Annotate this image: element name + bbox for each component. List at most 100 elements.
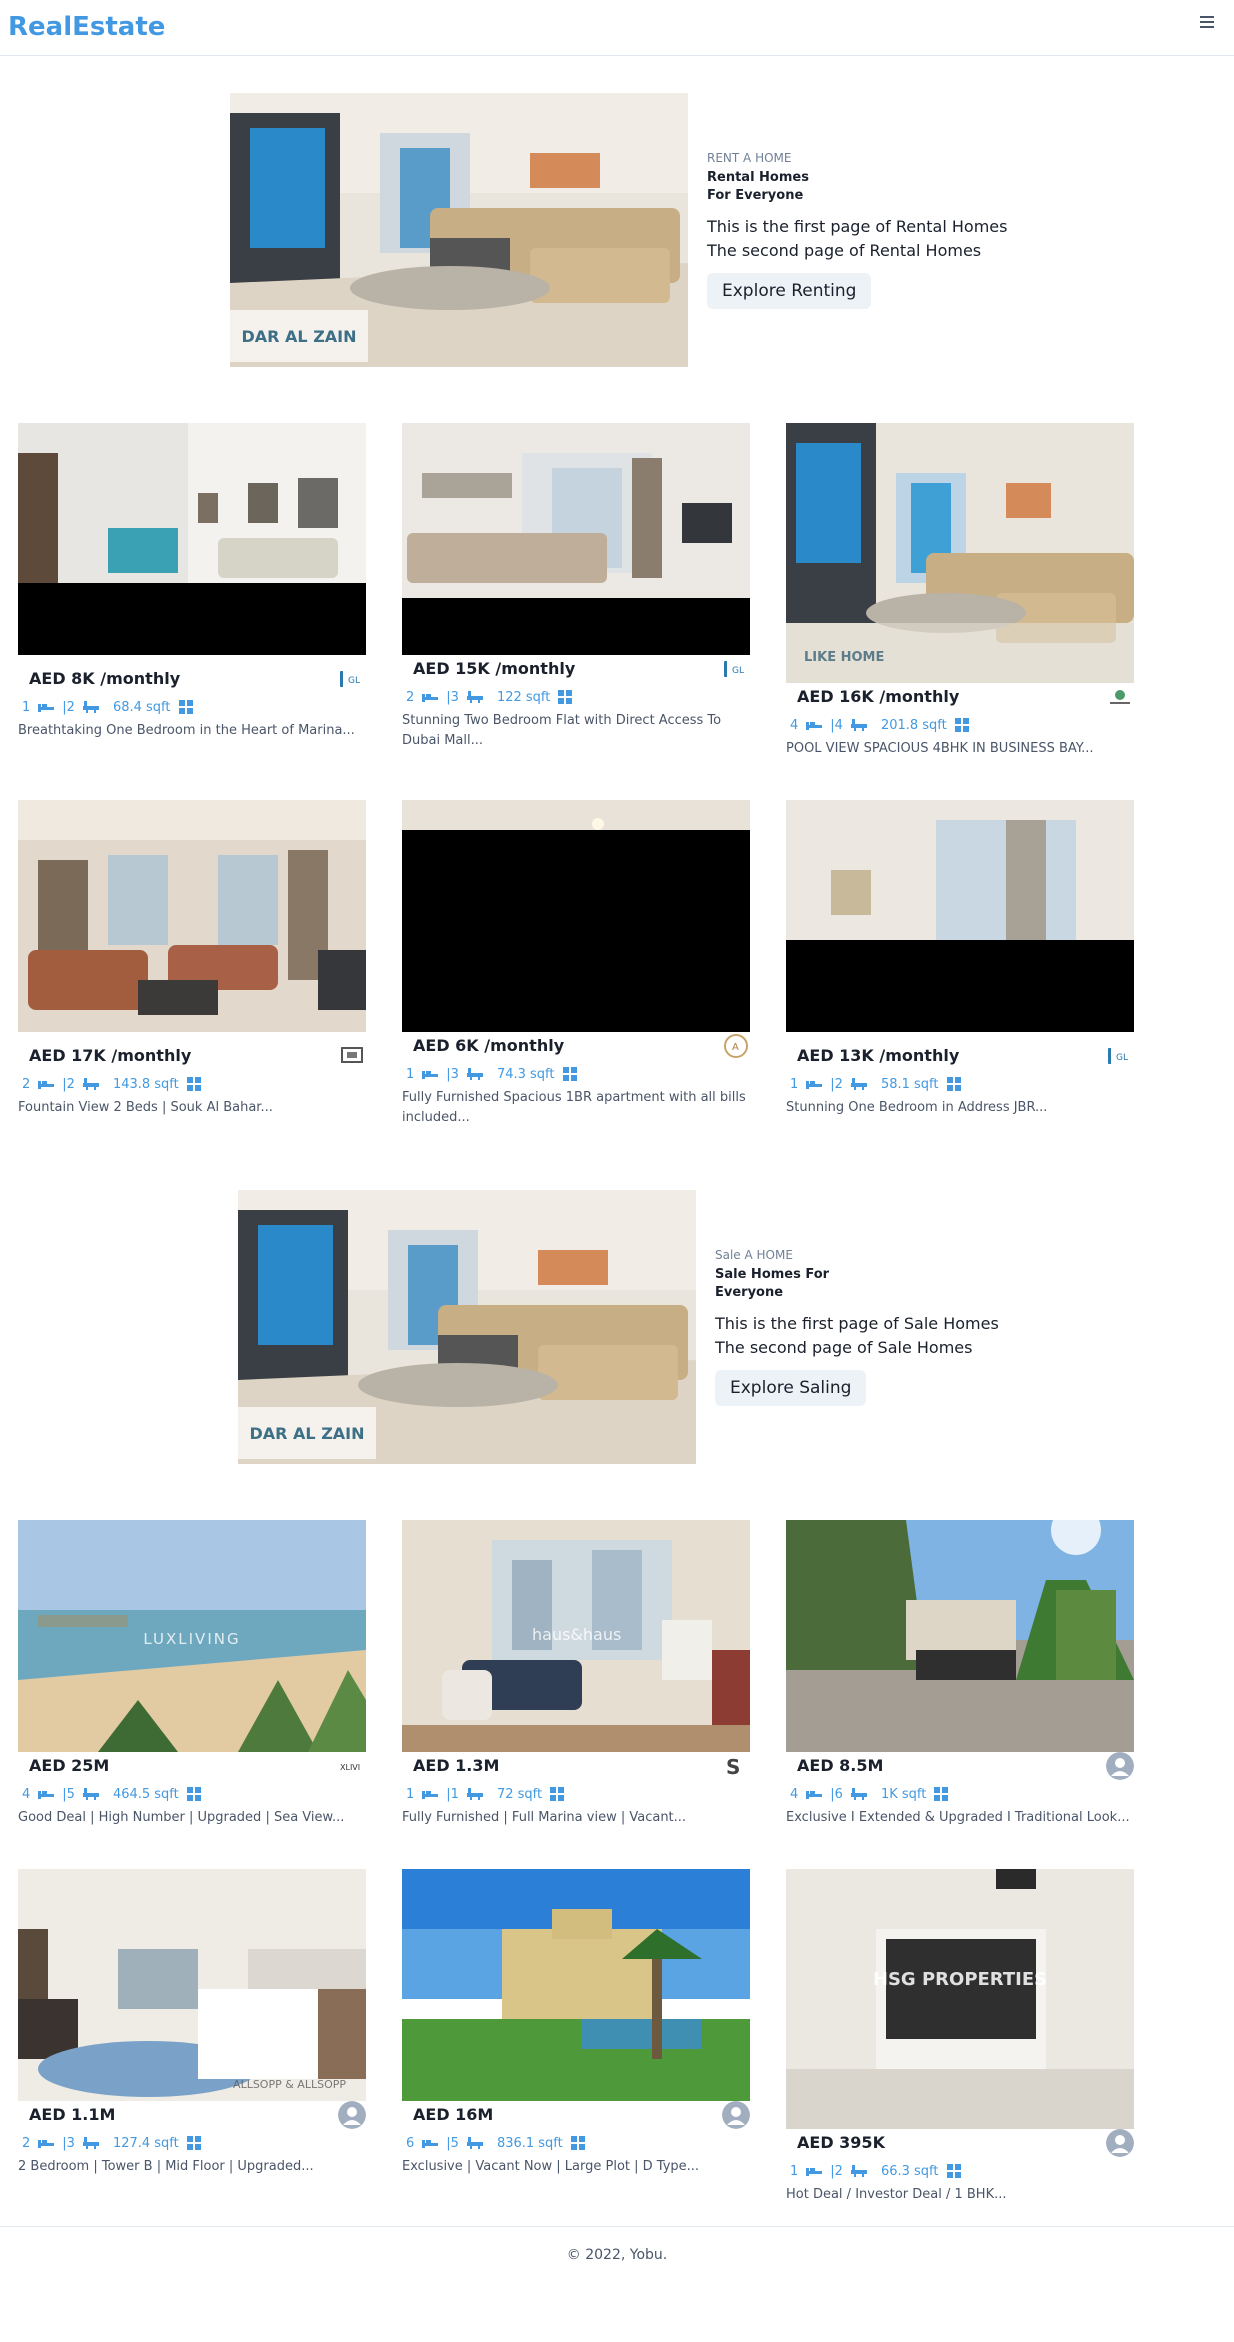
avatar-icon[interactable] [1106, 1752, 1134, 1780]
price: AED 6K /monthly [413, 1036, 565, 1055]
property-photo [786, 423, 1134, 683]
area: 66.3 sqft [880, 2163, 939, 2179]
baths-count: |1 [446, 1786, 459, 1802]
property-meta: 2 |3 127.4 sqft [18, 2131, 366, 2155]
property-meta: 2 |3 122 sqft [402, 685, 750, 709]
bath-icon [82, 1078, 99, 1090]
watermark: DAR AL ZAIN [230, 310, 368, 362]
agency-logo-icon[interactable] [338, 1042, 366, 1070]
property-image[interactable]: HSG PROPERTIES [786, 1869, 1134, 2129]
rooms-count: 1 [22, 699, 31, 715]
agency-logo-icon[interactable]: XLIVI [338, 1752, 366, 1780]
area: 836.1 sqft [496, 2135, 563, 2151]
property-card[interactable]: AED 13K /monthly GL 1 |2 58.1 sqft Stunn… [786, 800, 1134, 1118]
price: AED 1.3M [413, 1756, 500, 1775]
agency-logo-icon[interactable]: GL [722, 655, 750, 683]
bed-icon [422, 1791, 439, 1799]
property-title[interactable]: Fully Furnished | Full Marina view | Vac… [402, 1808, 750, 1828]
site-logo[interactable]: RealEstate [8, 12, 165, 42]
property-title[interactable]: POOL VIEW SPACIOUS 4BHK IN BUSINESS BAY.… [786, 739, 1134, 759]
property-card[interactable]: AED 17K /monthly 2 |2 143.8 sqft Fountai… [18, 800, 366, 1118]
property-title[interactable]: Breathtaking One Bedroom in the Heart of… [18, 721, 366, 741]
property-card[interactable]: AED 15K /monthly GL 2 |3 122 sqft Stunni… [402, 423, 750, 751]
property-card[interactable]: haus&haus AED 1.3M S 1 |1 72 sqft Fully … [402, 1520, 750, 1828]
bath-icon [850, 719, 867, 731]
avatar-icon[interactable] [722, 2101, 750, 2129]
property-image[interactable]: haus&haus [402, 1520, 750, 1752]
property-image[interactable] [18, 423, 366, 655]
property-image[interactable] [786, 800, 1134, 1032]
bath-icon [850, 2165, 867, 2177]
watermark: LIKE HOME [804, 650, 885, 665]
property-card[interactable]: AED 8.5M 4 |6 1K sqft Exclusive I Extend… [786, 1520, 1134, 1828]
property-meta: 6 |5 836.1 sqft [402, 2131, 750, 2155]
property-title[interactable]: Exclusive | Vacant Now | Large Plot | D … [402, 2157, 750, 2177]
bath-icon [466, 1068, 483, 1080]
property-meta: 2 |2 143.8 sqft [18, 1072, 366, 1096]
property-photo [402, 1869, 750, 2101]
hamburger-icon[interactable] [1200, 16, 1214, 30]
footer-text: © 2022, Yobu. [566, 2247, 668, 2263]
agency-logo-icon[interactable] [1106, 683, 1134, 711]
property-card[interactable]: HSG PROPERTIES AED 395K 1 |2 66.3 sqft H… [786, 1869, 1134, 2205]
agency-logo-icon[interactable]: GL [338, 665, 366, 693]
property-title[interactable]: Fountain View 2 Beds | Souk Al Bahar... [18, 1098, 366, 1118]
property-card[interactable]: AED 6K /monthly A 1 |3 74.3 sqft Fully F… [402, 800, 750, 1128]
banner-purpose: RENT A HOME [707, 151, 792, 165]
bath-icon [466, 1788, 483, 1800]
property-title[interactable]: 2 Bedroom | Tower B | Mid Floor | Upgrad… [18, 2157, 366, 2177]
baths-count: |2 [830, 2163, 843, 2179]
property-card[interactable]: ALLSOPP & ALLSOPP AED 1.1M 2 |3 127.4 sq… [18, 1869, 366, 2177]
property-image[interactable] [402, 423, 750, 655]
property-meta: 1 |1 72 sqft [402, 1782, 750, 1806]
property-image[interactable] [786, 1520, 1134, 1752]
property-image[interactable] [402, 800, 750, 1032]
price-row: AED 1.1M [18, 2101, 366, 2131]
grid-icon [550, 1787, 565, 1801]
svg-text:GL: GL [732, 666, 744, 676]
property-image[interactable] [402, 1869, 750, 2101]
svg-text:GL: GL [348, 676, 360, 686]
property-meta: 4 |6 1K sqft [786, 1782, 1134, 1806]
rent-banner-image: DAR AL ZAIN [230, 93, 688, 367]
watermark: DAR AL ZAIN [238, 1407, 376, 1459]
explore-renting-button[interactable]: Explore Renting [707, 273, 872, 309]
price: AED 16K /monthly [797, 687, 960, 706]
rooms-count: 4 [790, 1786, 799, 1802]
property-image[interactable]: LUXLIVING [18, 1520, 366, 1752]
rent-banner-text: RENT A HOME Rental Homes For Everyone Th… [707, 151, 1027, 309]
property-image[interactable]: LIKE HOME [786, 423, 1134, 683]
property-photo [18, 1869, 366, 2101]
property-photo [786, 1520, 1134, 1752]
grid-icon [186, 1077, 201, 1091]
property-card[interactable]: LIKE HOME AED 16K /monthly 4 |4 201.8 sq… [786, 423, 1134, 759]
avatar-icon[interactable] [1106, 2129, 1134, 2157]
property-image[interactable] [18, 800, 366, 1032]
bed-icon [806, 1081, 823, 1089]
watermark: LUXLIVING [143, 1630, 241, 1648]
svg-text:XLIVI: XLIVI [340, 1763, 360, 1772]
property-card[interactable]: LUXLIVING AED 25M XLIVI 4 |5 464.5 sqft … [18, 1520, 366, 1828]
property-title[interactable]: Stunning One Bedroom in Address JBR... [786, 1098, 1134, 1118]
bath-icon [466, 2137, 483, 2149]
bed-icon [806, 2168, 823, 2176]
bed-icon [38, 704, 55, 712]
property-card[interactable]: AED 8K /monthly GL 1 |2 68.4 sqft Breath… [18, 423, 366, 741]
property-title[interactable]: Hot Deal / Investor Deal / 1 BHK... [786, 2185, 1134, 2205]
avatar-icon[interactable] [338, 2101, 366, 2129]
agency-logo-icon[interactable]: S [722, 1752, 750, 1780]
property-photo [18, 423, 366, 655]
property-title[interactable]: Stunning Two Bedroom Flat with Direct Ac… [402, 711, 750, 751]
agency-logo-icon[interactable]: A [722, 1032, 750, 1060]
area: 72 sqft [496, 1786, 543, 1802]
property-title[interactable]: Good Deal | High Number | Upgraded | Sea… [18, 1808, 366, 1828]
rooms-count: 1 [790, 1076, 799, 1092]
explore-saling-button[interactable]: Explore Saling [715, 1370, 867, 1406]
property-title[interactable]: Fully Furnished Spacious 1BR apartment w… [402, 1088, 750, 1128]
property-card[interactable]: AED 16M 6 |5 836.1 sqft Exclusive | Vaca… [402, 1869, 750, 2177]
property-image[interactable]: ALLSOPP & ALLSOPP [18, 1869, 366, 2101]
property-title[interactable]: Exclusive I Extended & Upgraded I Tradit… [786, 1808, 1134, 1828]
agency-logo-icon[interactable]: GL [1106, 1042, 1134, 1070]
area: 143.8 sqft [112, 1076, 179, 1092]
area: 68.4 sqft [112, 699, 171, 715]
